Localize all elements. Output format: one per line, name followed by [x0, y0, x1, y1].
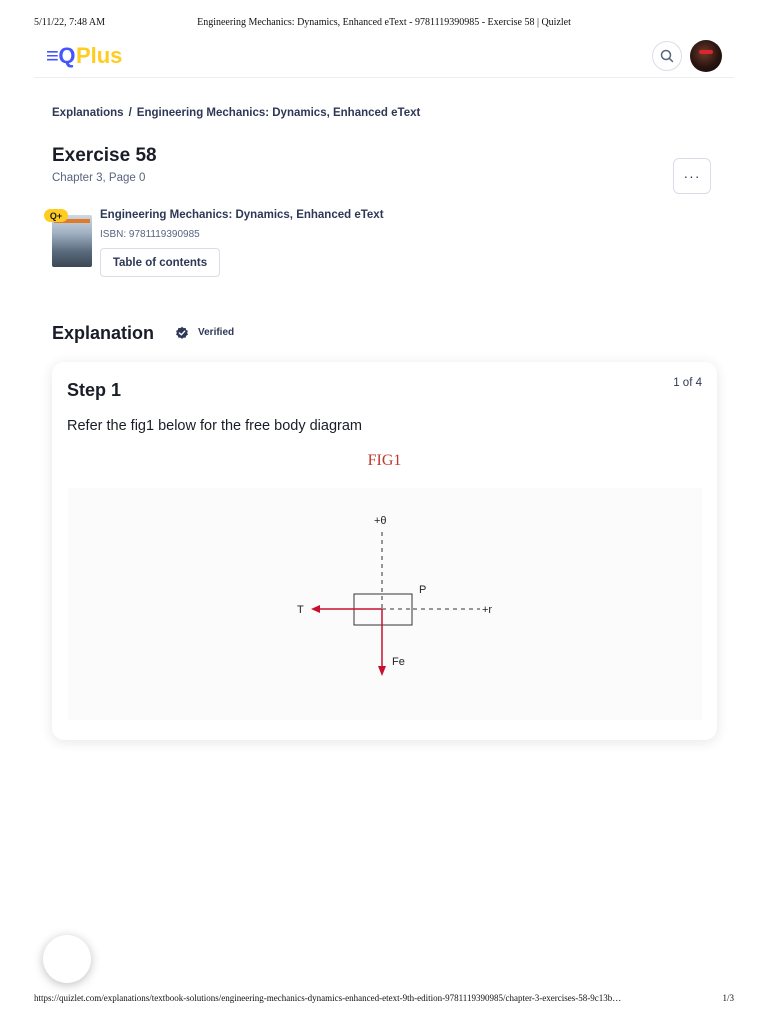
step-counter: 1 of 4 [673, 377, 702, 389]
page-title: Exercise 58 [52, 145, 157, 166]
step-title: Step 1 [67, 380, 122, 400]
print-page-number: 1/3 [722, 993, 734, 1003]
p-label: P [419, 584, 426, 596]
r-label: +r [482, 604, 492, 616]
book-title-link[interactable]: Engineering Mechanics: Dynamics, Enhance… [100, 209, 384, 221]
step-text: Refer the fig1 below for the free body d… [67, 418, 362, 434]
verified-label: Verified [198, 327, 235, 338]
figure-title: FIG1 [367, 452, 402, 469]
print-title: Engineering Mechanics: Dynamics, Enhance… [197, 17, 571, 28]
floating-action-button[interactable] [43, 935, 91, 983]
free-body-diagram: +θ P T +r Fe [68, 488, 702, 720]
step-card: Step 1 1 of 4 Refer the fig1 below for t… [52, 362, 717, 740]
explanation-heading: Explanation [52, 323, 155, 343]
book-isbn: ISBN: 9781119390985 [100, 229, 200, 240]
fe-arrowhead [378, 666, 386, 676]
fe-label: Fe [392, 656, 405, 668]
logo-plus-text: Plus [75, 43, 123, 68]
breadcrumb-separator: / [128, 107, 132, 119]
table-of-contents-button[interactable]: Table of contents [100, 248, 220, 277]
user-avatar[interactable] [690, 40, 722, 72]
tension-arrowhead [311, 605, 320, 613]
more-options-icon: ··· [683, 168, 701, 184]
print-header: 5/11/22, 7:48 AM Engineering Mechanics: … [34, 17, 734, 31]
search-button[interactable] [652, 41, 682, 71]
book-cover-image[interactable] [52, 215, 92, 267]
theta-label: +θ [374, 515, 387, 527]
breadcrumb-explanations[interactable]: Explanations [52, 107, 124, 119]
free-body-diagram-svg: +θ P T +r Fe [297, 515, 492, 676]
quizlet-plus-logo[interactable]: ≡Q Plus [46, 43, 122, 69]
print-url: https://quizlet.com/explanations/textboo… [34, 993, 622, 1003]
search-icon [660, 49, 674, 63]
t-label: T [297, 604, 304, 616]
verified-badge-icon [176, 326, 188, 339]
quizlet-plus-badge: Q+ [44, 209, 68, 222]
top-navigation-bar: ≡Q Plus [34, 38, 734, 78]
more-options-button[interactable]: ··· [673, 158, 711, 194]
page-subtitle: Chapter 3, Page 0 [52, 172, 146, 184]
logo-q-text: ≡Q [46, 43, 75, 68]
breadcrumb-textbook[interactable]: Engineering Mechanics: Dynamics, Enhance… [137, 107, 421, 119]
breadcrumb: Explanations / Engineering Mechanics: Dy… [52, 107, 420, 119]
